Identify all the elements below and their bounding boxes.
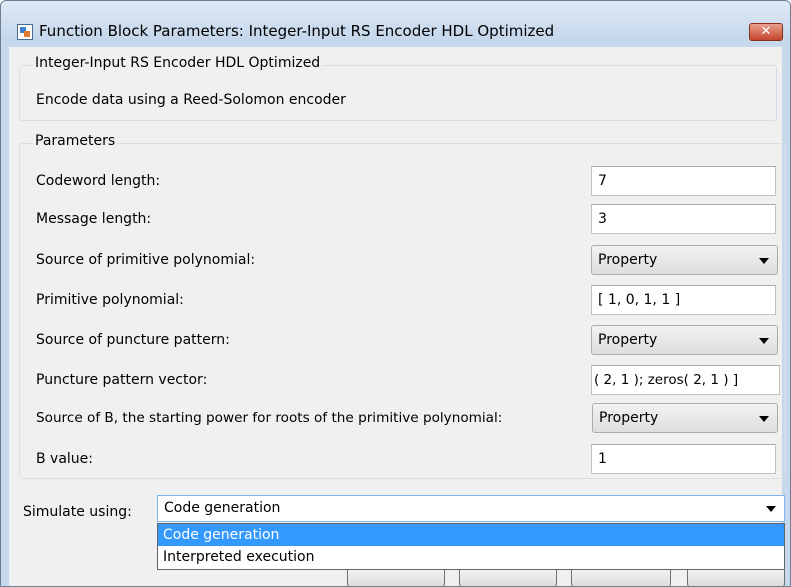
codeword-length-label: Codeword length:	[36, 173, 161, 189]
block-description: Encode data using a Reed-Solomon encoder	[36, 92, 346, 108]
b-value-label: B value:	[36, 451, 94, 467]
simulate-using-value: Code generation	[164, 500, 281, 516]
puncture-pattern-vector-label: Puncture pattern vector:	[36, 372, 208, 388]
window-title: Function Block Parameters: Integer-Input…	[39, 22, 555, 40]
simulate-using-label: Simulate using:	[23, 504, 132, 520]
help-button[interactable]	[571, 567, 671, 586]
simulate-using-options-list: Code generation Interpreted execution	[157, 523, 785, 570]
title-bar[interactable]: Function Block Parameters: Integer-Input…	[1, 1, 790, 41]
source-b-value: Property	[599, 410, 659, 426]
option-code-generation[interactable]: Code generation	[158, 524, 784, 546]
b-value-field[interactable]: 1	[591, 444, 776, 474]
source-puncture-pattern-label: Source of puncture pattern:	[36, 332, 230, 348]
codeword-length-field[interactable]: 7	[591, 166, 776, 196]
source-puncture-pattern-dropdown[interactable]: Property	[591, 325, 778, 355]
source-puncture-pattern-value: Property	[598, 332, 658, 348]
option-interpreted-execution[interactable]: Interpreted execution	[158, 546, 784, 568]
cancel-button[interactable]	[459, 567, 557, 586]
chevron-down-icon	[759, 258, 769, 264]
source-primitive-polynomial-dropdown[interactable]: Property	[591, 245, 778, 275]
message-length-label: Message length:	[36, 211, 152, 227]
dialog-window: Function Block Parameters: Integer-Input…	[0, 0, 791, 587]
primitive-polynomial-label: Primitive polynomial:	[36, 292, 184, 308]
block-name: Integer-Input RS Encoder HDL Optimized	[33, 55, 323, 71]
apply-button[interactable]	[687, 567, 785, 586]
parameters-legend: Parameters	[33, 133, 118, 149]
source-primitive-polynomial-label: Source of primitive polynomial:	[36, 252, 256, 268]
chevron-down-icon	[766, 506, 776, 512]
chevron-down-icon	[759, 416, 769, 422]
block-parameters-icon	[17, 24, 33, 40]
message-length-field[interactable]: 3	[591, 204, 776, 234]
simulate-using-dropdown[interactable]: Code generation	[157, 495, 785, 522]
ok-button[interactable]	[347, 567, 445, 586]
chevron-down-icon	[759, 338, 769, 344]
source-b-dropdown[interactable]: Property	[592, 403, 778, 433]
puncture-pattern-vector-field[interactable]: ( 2, 1 ); zeros( 2, 1 ) ]	[591, 365, 780, 395]
primitive-polynomial-field[interactable]: [ 1, 0, 1, 1 ]	[591, 285, 776, 315]
source-primitive-polynomial-value: Property	[598, 252, 658, 268]
source-b-label: Source of B, the starting power for root…	[36, 410, 503, 426]
close-button[interactable]: ✕	[749, 23, 783, 41]
